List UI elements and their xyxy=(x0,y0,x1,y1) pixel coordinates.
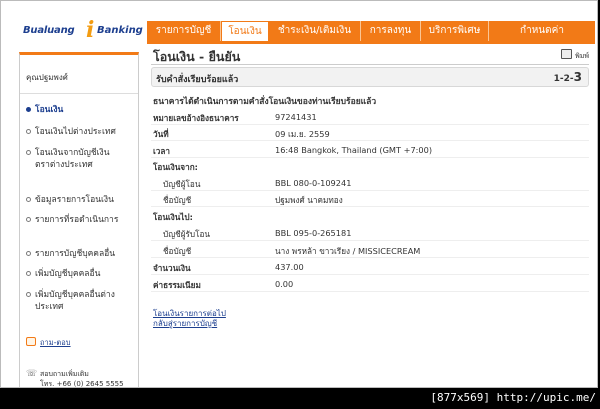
detail-row-reference: หมายเลขอ้างอิงธนาคาร 97241431 xyxy=(151,109,589,125)
step-current: 3 xyxy=(573,70,582,84)
detail-row-to-name: ชื่อบัญชี นาง พรหล้า ขาวเรียง / MISSICEC… xyxy=(151,242,589,258)
main-nav: รายการบัญชี โอนเงิน ชำระเงิน/เติมเงิน กา… xyxy=(147,21,595,42)
sidebar-divider xyxy=(20,93,138,94)
status-bar: รับคำสั่งเรียบร้อยแล้ว 1-2-3 xyxy=(151,67,589,87)
nav-tab-settings[interactable]: กำหนดค่า xyxy=(489,21,595,41)
fee-value: 0.00 xyxy=(275,279,294,289)
fee-label: ค่าธรรมเนียม xyxy=(153,280,201,290)
reference-value: 97241431 xyxy=(275,112,317,122)
date-value: 09 เม.ย. 2559 xyxy=(275,129,330,139)
faq-link[interactable]: ถาม-ตอบ xyxy=(26,337,71,349)
nav-tab-special-services[interactable]: บริการพิเศษ xyxy=(421,21,489,41)
bullet-icon xyxy=(26,129,31,134)
from-name-value: ปฐมพงศ์ นาคมทอง xyxy=(275,195,343,205)
nav-tab-investment[interactable]: การลงทุน xyxy=(361,21,421,41)
detail-section-from: โอนเงินจาก: xyxy=(151,158,589,174)
nav-tab-payment-topup[interactable]: ชำระเงิน/เติมเงิน xyxy=(269,21,361,41)
sidebar-item-third-party-accounts[interactable]: รายการบัญชีบุคคลอื่น xyxy=(26,248,136,260)
logo-i-mark: i xyxy=(86,17,95,43)
bullet-icon xyxy=(26,251,31,256)
to-account-label: บัญชีผู้รับโอน xyxy=(163,229,211,239)
back-to-accounts-link[interactable]: กลับสู่รายการบัญชี xyxy=(153,317,217,330)
to-account-value: BBL 095-0-265181 xyxy=(275,228,352,238)
sidebar: คุณปฐมพงศ์ โอนเงิน โอนเงินไปต่างประเทศ โ… xyxy=(19,52,139,388)
to-name-value: นาง พรหล้า ขาวเรียง / MISSICECREAM xyxy=(275,246,421,256)
status-text: รับคำสั่งเรียบร้อยแล้ว xyxy=(156,75,239,85)
from-account-label: บัญชีผู้โอน xyxy=(163,179,201,189)
contact-phone: โทร. +66 (0) 2645 5555 xyxy=(40,380,124,388)
sidebar-item-add-third-party[interactable]: เพิ่มบัญชีบุคคลอื่น xyxy=(26,268,136,280)
from-account-value: BBL 080-0-109241 xyxy=(275,178,352,188)
bullet-icon xyxy=(26,292,31,297)
detail-row-amount: จำนวนเงิน 437.00 xyxy=(151,259,589,275)
date-label: วันที่ xyxy=(153,129,169,139)
phone-icon: ☏ xyxy=(26,369,38,379)
bullet-icon xyxy=(26,150,31,155)
bullet-icon xyxy=(26,217,31,222)
bullet-icon xyxy=(26,197,31,202)
printer-icon xyxy=(561,49,573,59)
from-name-label: ชื่อบัญชี xyxy=(163,195,192,205)
bualuang-ibanking-logo[interactable]: Bualuang i Banking xyxy=(23,17,143,43)
step-prefix: 1-2- xyxy=(553,74,574,84)
detail-row-from-name: ชื่อบัญชี ปฐมพงศ์ นาคมทอง xyxy=(151,191,589,207)
sidebar-item-label: โอนเงินไปต่างประเทศ xyxy=(35,127,116,137)
detail-row-to-account: บัญชีผู้รับโอน BBL 095-0-265181 xyxy=(151,225,589,241)
to-header: โอนเงินไป: xyxy=(153,212,193,222)
sidebar-item-label: เพิ่มบัญชีบุคคลอื่น xyxy=(35,269,101,279)
reference-label: หมายเลขอ้างอิงธนาคาร xyxy=(153,113,239,123)
user-name: คุณปฐมพงศ์ xyxy=(26,73,68,82)
sidebar-item-transfer[interactable]: โอนเงิน xyxy=(26,104,136,116)
time-value: 16:48 Bangkok, Thailand (GMT +7:00) xyxy=(275,145,433,155)
sidebar-item-transfer-info[interactable]: ข้อมูลรายการโอนเงิน xyxy=(26,194,136,206)
contact-info: ☏ สอบถามเพิ่มเติม โทร. +66 (0) 2645 5555 xyxy=(26,369,124,388)
watermark-text: [877x569] http://upic.me/ xyxy=(430,391,596,404)
detail-row-from-account: บัญชีผู้โอน BBL 080-0-109241 xyxy=(151,175,589,191)
nav-underline-strip xyxy=(147,41,595,44)
sidebar-item-label: รายการบัญชีบุคคลอื่น xyxy=(35,249,116,259)
contact-line-1: สอบถามเพิ่มเติม xyxy=(40,370,89,378)
faq-label: ถาม-ตอบ xyxy=(40,338,71,347)
faq-icon xyxy=(26,337,36,346)
confirmation-message: ธนาคารได้ดำเนินการตามคำสั่งโอนเงินของท่า… xyxy=(153,97,377,107)
amount-value: 437.00 xyxy=(275,262,304,272)
detail-section-to: โอนเงินไป: xyxy=(151,208,589,224)
bullet-icon xyxy=(26,107,31,112)
sidebar-item-international-transfer[interactable]: โอนเงินไปต่างประเทศ xyxy=(26,126,136,138)
sidebar-item-add-international-third-party[interactable]: เพิ่มบัญชีบุคคลอื่นต่างประเทศ xyxy=(26,289,130,313)
sidebar-item-label: โอนเงิน xyxy=(35,105,64,115)
sidebar-item-fcd-transfer[interactable]: โอนเงินจากบัญชีเงินตราต่างประเทศ xyxy=(26,147,116,171)
sidebar-item-pending[interactable]: รายการที่รอดำเนินการ xyxy=(26,214,136,226)
from-header: โอนเงินจาก: xyxy=(153,162,198,172)
nav-tab-transfer[interactable]: โอนเงิน xyxy=(221,21,269,42)
sidebar-item-label: เพิ่มบัญชีบุคคลอื่นต่างประเทศ xyxy=(35,290,115,312)
to-name-label: ชื่อบัญชี xyxy=(163,246,192,256)
detail-row-date: วันที่ 09 เม.ย. 2559 xyxy=(151,125,589,141)
sidebar-item-label: รายการที่รอดำเนินการ xyxy=(35,215,119,225)
logo-banking-text: Banking xyxy=(97,25,143,36)
detail-row-time: เวลา 16:48 Bangkok, Thailand (GMT +7:00) xyxy=(151,142,589,158)
nav-tab-accounts[interactable]: รายการบัญชี xyxy=(147,21,221,41)
sidebar-item-label: ข้อมูลรายการโอนเงิน xyxy=(35,195,114,205)
logo-brand-text: Bualuang xyxy=(23,25,75,36)
time-label: เวลา xyxy=(153,146,171,156)
amount-label: จำนวนเงิน xyxy=(153,263,191,273)
detail-row-fee: ค่าธรรมเนียม 0.00 xyxy=(151,276,589,292)
print-button[interactable]: พิมพ์ xyxy=(561,49,589,62)
browser-page: Bualuang i Banking รายการบัญชี โอนเงิน ช… xyxy=(0,0,598,388)
sidebar-item-label: โอนเงินจากบัญชีเงินตราต่างประเทศ xyxy=(35,148,110,170)
print-label: พิมพ์ xyxy=(575,52,589,60)
bullet-icon xyxy=(26,271,31,276)
step-indicator: 1-2-3 xyxy=(554,70,582,84)
title-divider xyxy=(151,64,589,65)
